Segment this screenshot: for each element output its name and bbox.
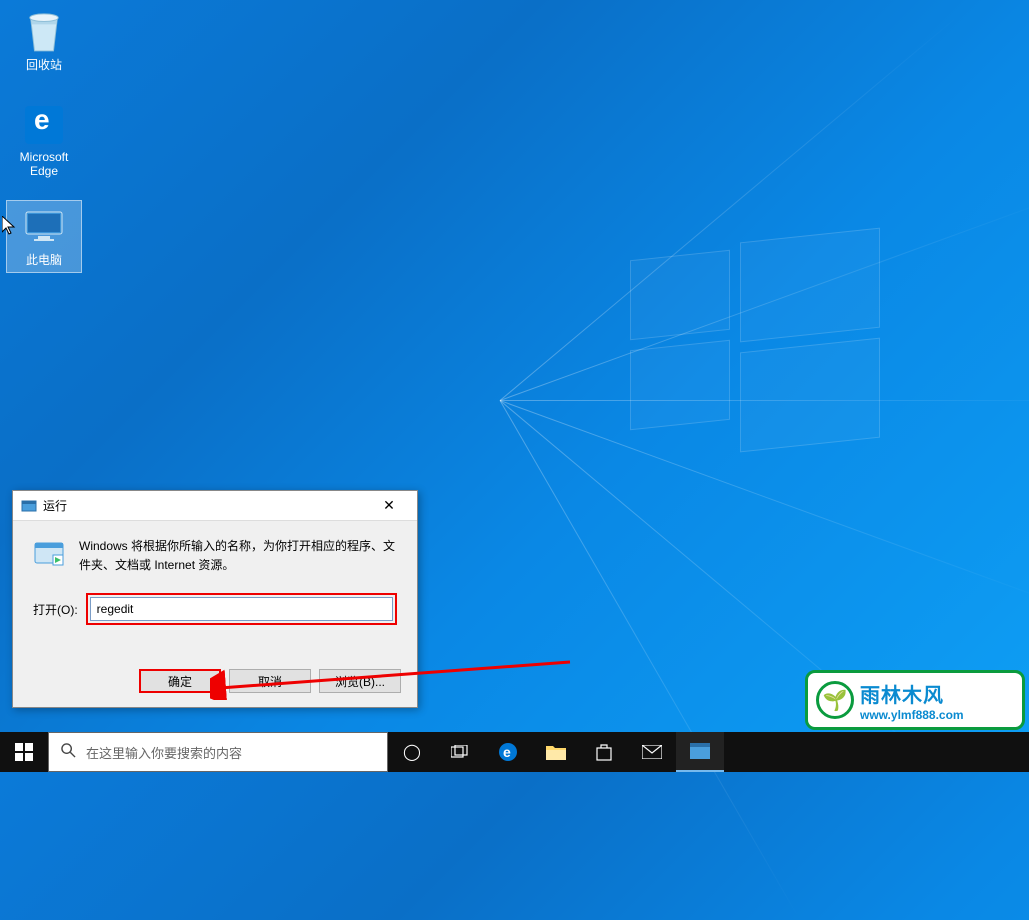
run-open-label: 打开(O): — [33, 601, 78, 618]
windows-logo-icon — [15, 743, 33, 761]
wallpaper-windows-logo — [630, 235, 890, 455]
task-view-icon — [451, 745, 469, 759]
cortana-icon: ◯ — [403, 742, 421, 762]
taskbar-search[interactable]: 在这里输入你要搜索的内容 — [48, 732, 388, 772]
watermark-icon: 🌱 — [816, 681, 854, 719]
cancel-button[interactable]: 取消 — [229, 669, 311, 693]
browse-button[interactable]: 浏览(B)... — [319, 669, 401, 693]
taskbar-mail[interactable] — [628, 732, 676, 772]
run-icon — [690, 743, 710, 759]
run-app-icon — [33, 537, 65, 569]
watermark-text-cn: 雨林木风 — [860, 679, 964, 708]
desktop-icon-label: Microsoft Edge — [8, 150, 80, 178]
annotation-highlight — [86, 593, 397, 625]
start-button[interactable] — [0, 732, 48, 772]
svg-text:e: e — [503, 744, 511, 760]
store-icon — [595, 743, 613, 761]
desktop[interactable]: 回收站 Microsoft Edge 此电脑 运行 ✕ — [0, 0, 1029, 772]
task-view-button[interactable] — [436, 732, 484, 772]
close-button[interactable]: ✕ — [369, 492, 409, 520]
run-dialog-title: 运行 — [43, 497, 369, 514]
run-dialog-titlebar[interactable]: 运行 ✕ — [13, 491, 417, 521]
run-open-input[interactable] — [90, 597, 393, 621]
mail-icon — [642, 745, 662, 759]
run-dialog-icon — [21, 498, 37, 514]
close-icon: ✕ — [383, 497, 395, 514]
desktop-icon-label: 此电脑 — [9, 251, 79, 268]
this-pc-icon — [23, 205, 65, 247]
run-dialog-description: Windows 将根据你所输入的名称，为你打开相应的程序、文件夹、文档或 Int… — [79, 537, 397, 575]
taskbar-store[interactable] — [580, 732, 628, 772]
recycle-bin-icon — [23, 10, 65, 52]
taskbar-search-placeholder: 在这里输入你要搜索的内容 — [86, 743, 242, 762]
folder-icon — [546, 744, 566, 760]
taskbar-edge[interactable]: e — [484, 732, 532, 772]
taskbar-run-app[interactable] — [676, 732, 724, 772]
cortana-button[interactable]: ◯ — [388, 732, 436, 772]
run-dialog: 运行 ✕ Windows 将根据你所输入的名称，为你打开相应的程序、文件夹、文档… — [12, 490, 418, 708]
edge-icon: e — [498, 742, 518, 762]
desktop-icon-this-pc[interactable]: 此电脑 — [6, 200, 82, 273]
desktop-icon-label: 回收站 — [8, 56, 80, 73]
taskbar: 在这里输入你要搜索的内容 ◯ e — [0, 732, 1029, 772]
watermark-text-url: www.ylmf888.com — [860, 708, 964, 722]
desktop-icon-recycle-bin[interactable]: 回收站 — [6, 6, 82, 77]
ok-button[interactable]: 确定 — [139, 669, 221, 693]
search-icon — [61, 743, 76, 762]
system-tray[interactable] — [1021, 732, 1029, 772]
desktop-icon-edge[interactable]: Microsoft Edge — [6, 100, 82, 182]
watermark-badge: 🌱 雨林木风 www.ylmf888.com — [805, 670, 1025, 730]
edge-icon — [23, 104, 65, 146]
taskbar-explorer[interactable] — [532, 732, 580, 772]
taskbar-pinned-apps: ◯ e — [388, 732, 724, 772]
